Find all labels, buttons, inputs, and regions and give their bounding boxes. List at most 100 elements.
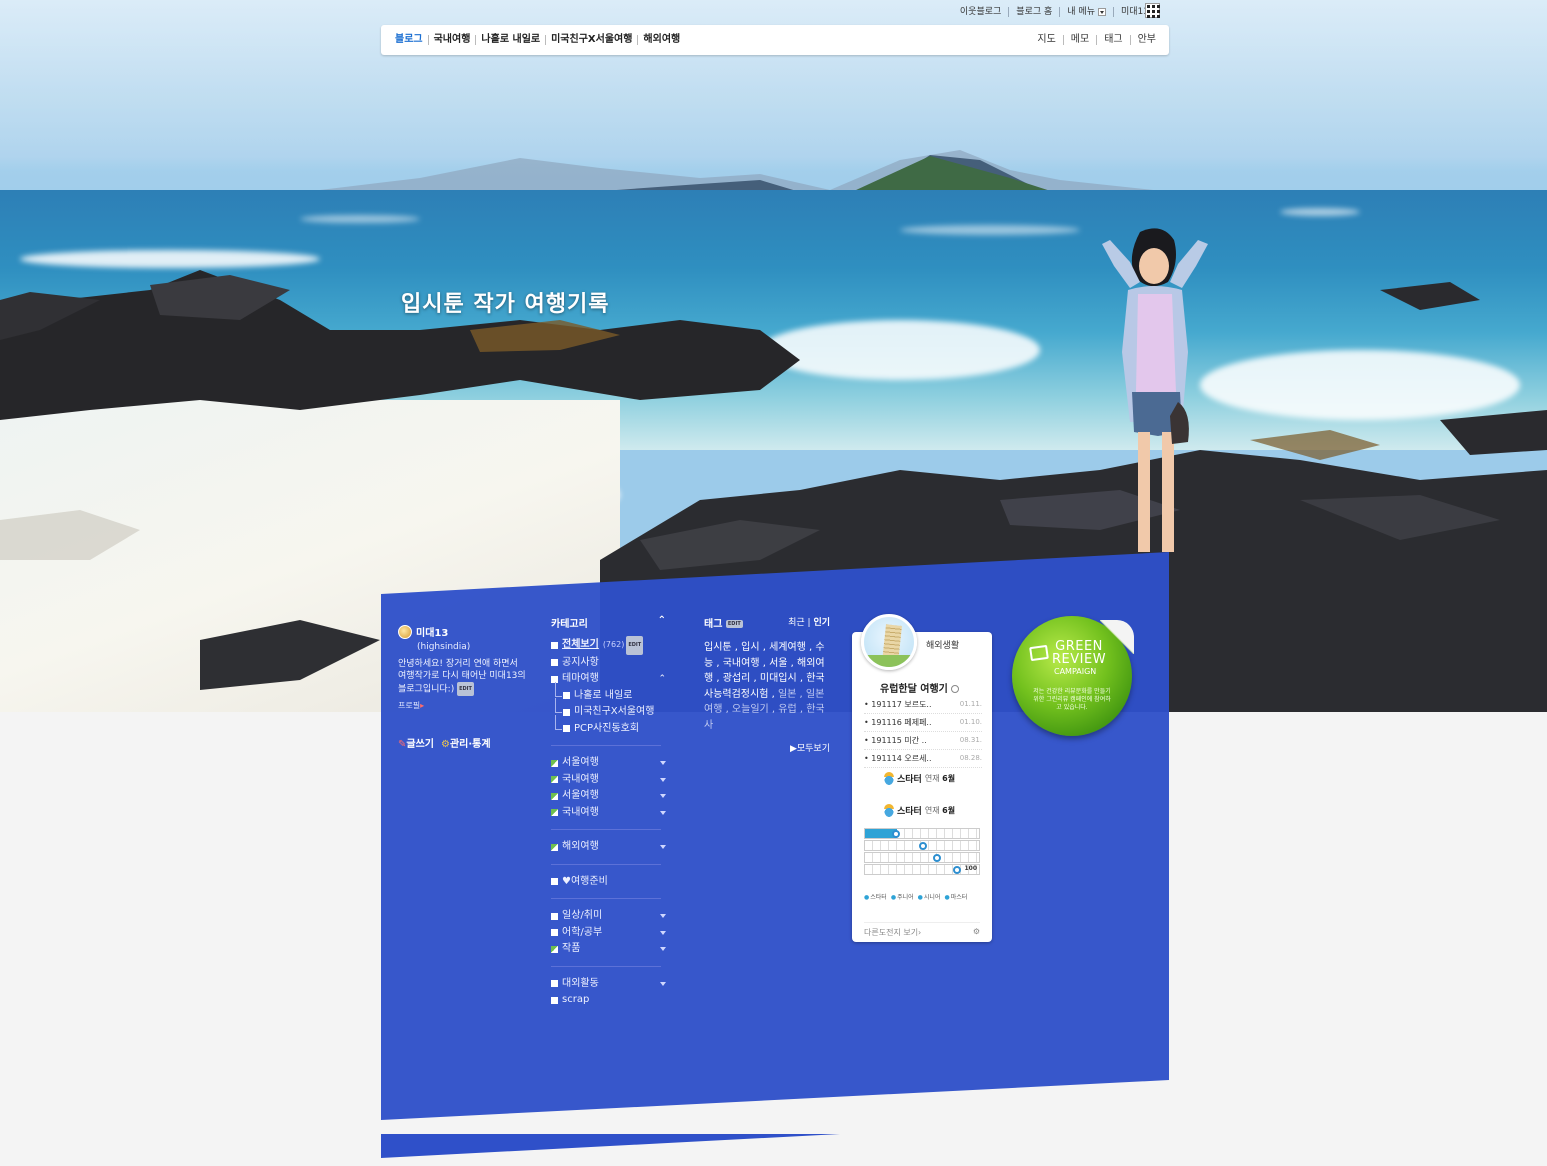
collapse-icon[interactable]: ⌃ <box>658 615 666 630</box>
category-list: 공지사항 테마여행 ⌃ 나홀로 내일로 미국친구X서울여행 PCP사진동호회 서울여행 국내여… <box>551 655 666 1009</box>
widget-subtitle[interactable]: 유럽한달 여행기 <box>880 680 959 695</box>
widget-post-title-wrap: • 191114 오르세.. <box>864 750 932 767</box>
my-menu-dropdown[interactable]: 내 메뉴 <box>1059 7 1113 17</box>
widget-post[interactable]: • 191116 페제페.. 01.10. <box>864 714 982 732</box>
chevron-down-icon[interactable] <box>660 777 666 785</box>
tag-recent-tab[interactable]: 최근 <box>788 618 805 628</box>
category-item-label-wrap: ♥여행준비 <box>551 874 608 891</box>
tag-popular-tab[interactable]: 인기 <box>813 618 830 628</box>
category-item-label-wrap: 공지사항 <box>551 655 599 672</box>
category-item[interactable]: 서울여행 <box>551 755 666 772</box>
image-folder-icon <box>551 792 558 800</box>
category-item[interactable]: scrap <box>551 992 666 1009</box>
profile-link[interactable]: 프로필▸ <box>398 700 528 711</box>
widget-post[interactable]: • 191115 미간 .. 08.31. <box>864 732 982 750</box>
category-item[interactable]: ♥여행준비 <box>551 874 666 891</box>
widget-post-date: 01.10. <box>959 718 982 726</box>
chevron-down-icon[interactable] <box>660 845 666 852</box>
category-item[interactable]: 대외활동 <box>551 976 666 993</box>
category-item[interactable]: 일상/취미 <box>551 908 666 925</box>
badge-description: 저는 건강한 리뷰문화를 만들기 위한 그린리뷰 캠페인에 참여하고 있습니다. <box>1033 688 1111 711</box>
nickname[interactable]: 미대13 <box>416 624 448 639</box>
legend-item: 시니어 <box>918 892 941 901</box>
category-item[interactable]: 국내여행 <box>551 805 666 822</box>
blog-home-link[interactable]: 블로그 홈 <box>1008 7 1059 17</box>
folder-icon <box>563 725 570 733</box>
profile-edit-button[interactable]: EDIT <box>457 682 474 696</box>
category-edit-button[interactable]: EDIT <box>626 636 644 655</box>
level-row: 스타터 연재 6월 <box>884 772 955 785</box>
manage-button[interactable]: ⚙관리·통계 <box>441 735 491 750</box>
menu-us-friend-seoul[interactable]: 미국친구X서울여행 <box>545 35 637 45</box>
widget-post[interactable]: • 191114 오르세.. 08.28. <box>864 750 982 768</box>
category-item[interactable]: 테마여행 ⌃ <box>551 671 666 688</box>
category-item[interactable]: 공지사항 <box>551 655 666 672</box>
category-item[interactable]: 국내여행 <box>551 772 666 789</box>
menu-guestbook[interactable]: 안부 <box>1129 35 1156 45</box>
tag-view-all-link[interactable]: ▶모두보기 <box>704 741 830 754</box>
gear-icon[interactable]: ⚙ <box>973 927 980 938</box>
menu-domestic-travel[interactable]: 국내여행 <box>427 35 476 45</box>
chevron-down-icon[interactable] <box>660 930 666 938</box>
menu-map[interactable]: 지도 <box>1030 35 1062 45</box>
category-separator <box>551 829 661 830</box>
chevron-down-icon[interactable] <box>660 981 666 989</box>
category-item-label: 일상/취미 <box>562 910 603 921</box>
category-all[interactable]: 전체보기 (762) EDIT <box>551 636 666 655</box>
category-item-label: 국내여행 <box>562 773 599 785</box>
blog-menu-bar: 블로그 국내여행 나홀로 내일로 미국친구X서울여행 해외여행 지도 메모 태그… <box>381 25 1169 55</box>
folder-icon <box>551 878 558 886</box>
chevron-down-icon[interactable] <box>660 761 666 768</box>
widget-post[interactable]: • 191117 보르도.. 01.11. <box>864 696 982 714</box>
category-item[interactable]: 해외여행 <box>551 839 666 856</box>
challenge-widget: 해외생활 유럽한달 여행기 • 191117 보르도.. 01.11. • 1911… <box>852 614 992 942</box>
category-item[interactable]: 작품 <box>551 941 666 958</box>
menu-overseas-travel[interactable]: 해외여행 <box>637 35 685 45</box>
category-item[interactable]: 미국친구X서울여행 <box>551 698 666 721</box>
chevron-down-icon <box>1097 7 1106 16</box>
apps-grid-icon[interactable] <box>1145 3 1160 18</box>
widget-post-title: 191114 오르세.. <box>871 754 932 763</box>
menu-memo[interactable]: 메모 <box>1062 35 1096 45</box>
chevron-down-icon[interactable] <box>660 947 666 954</box>
avatar[interactable] <box>398 624 412 639</box>
menu-tag[interactable]: 태그 <box>1096 35 1129 45</box>
blog-menu-left: 블로그 국내여행 나홀로 내일로 미국친구X서울여행 해외여행 <box>395 35 685 45</box>
menu-blog[interactable]: 블로그 <box>395 35 428 45</box>
chevron-down-icon[interactable] <box>660 914 666 921</box>
blog-title[interactable]: 입시툰 작가 여행기록 <box>401 286 609 318</box>
chevron-down-icon[interactable] <box>660 794 666 801</box>
chevron-up-icon[interactable]: ⌃ <box>658 671 666 688</box>
tag-cloud[interactable]: 입시툰 , 입시 , 세계여행 , 수능 , 국내여행 , 서울 , 해외여행 … <box>704 640 830 733</box>
legend-item: 마스터 <box>944 892 968 901</box>
category-item[interactable]: 어학/공부 <box>551 925 666 942</box>
level-bar <box>864 852 980 863</box>
widget-post-title: 191116 페제페.. <box>871 718 932 727</box>
level-months: 6월 <box>942 806 956 815</box>
category-item-label-wrap: 미국친구X서울여행 <box>563 704 654 721</box>
neighbor-blog-link[interactable]: 이웃블로그 <box>953 7 1008 17</box>
other-challenge-link[interactable]: 다른도전지 보기› <box>864 927 921 938</box>
category-item-label-wrap: 국내여행 <box>551 772 599 789</box>
pen-icon <box>1029 644 1049 662</box>
level-legend: 스타터 주니어 시니어마스터 <box>864 892 967 901</box>
widget-post-date: 08.31. <box>959 736 982 744</box>
legend-item: 스타터 <box>864 892 887 901</box>
menu-solo-naeilro[interactable]: 나홀로 내일로 <box>475 35 545 45</box>
category-item-label: PCP사진동호회 <box>574 722 640 734</box>
category-separator <box>551 863 661 865</box>
level-name: 스타터 <box>897 807 922 817</box>
folder-icon <box>551 641 558 649</box>
category-item[interactable]: PCP사진동호회 <box>551 714 666 738</box>
tag-edit-button[interactable]: EDIT <box>725 620 743 628</box>
medal-icon <box>884 772 894 785</box>
green-review-badge[interactable]: GREEN REVIEW CAMPAIGN 저는 건강한 리뷰문화를 만들기 위한… <box>1012 616 1134 736</box>
user-id: (highsindia) <box>417 642 471 652</box>
category-item[interactable]: 서울여행 <box>551 788 666 805</box>
write-button[interactable]: ✎글쓰기 <box>398 735 434 750</box>
category-item[interactable]: 나홀로 내일로 <box>551 681 666 705</box>
level-months: 6월 <box>942 774 956 783</box>
profile-link-label: 프로필 <box>398 701 421 710</box>
chevron-down-icon[interactable] <box>660 810 666 818</box>
category-item-label: 서울여행 <box>562 790 599 801</box>
